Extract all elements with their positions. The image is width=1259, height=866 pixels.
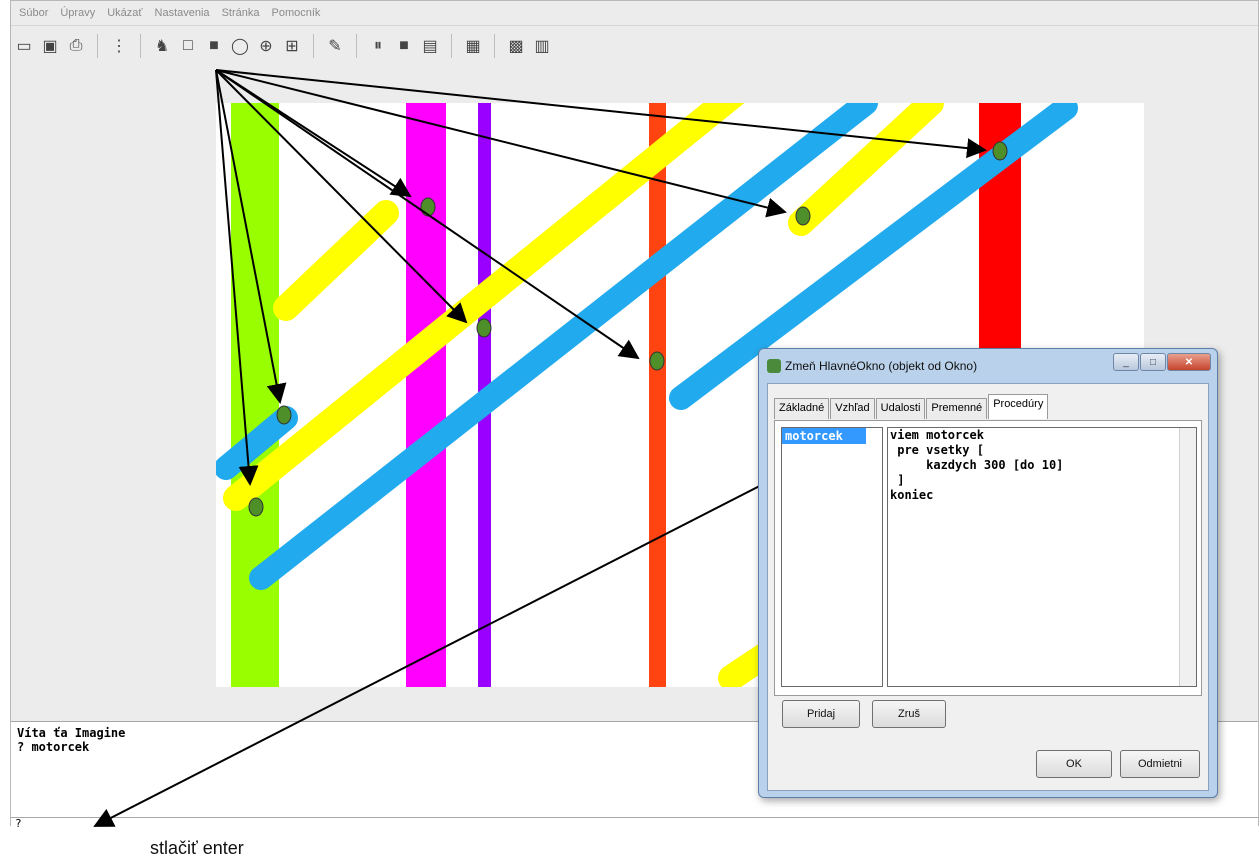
layout2-icon[interactable]: ▥ [531, 35, 553, 57]
orange-stripe [649, 103, 666, 687]
toolbar-divider [140, 34, 141, 58]
toolbar: ▭ ▣ ⎙ ⋮ ♞ □ ■ ◯ ⊕ ⊞ ✎ ⏸ ■ ▤ ▦ ▩ ▥ [11, 25, 1258, 67]
command-line[interactable]: ? [11, 817, 1258, 830]
stop-icon[interactable]: ■ [393, 35, 415, 57]
tab-procedures[interactable]: Procedúry [988, 394, 1049, 419]
dialog-title: Zmeň HlavnéOkno (objekt od Okno) [767, 359, 977, 373]
tab-appearance[interactable]: Vzhľad [830, 398, 875, 419]
dialog-body: Základné Vzhľad Udalosti Premenné Proced… [767, 383, 1209, 791]
code-line: koniec [890, 488, 934, 502]
circle-icon[interactable]: ◯ [229, 35, 251, 57]
yellow-track-1 [273, 200, 399, 321]
annotation-caption: stlačiť enter [150, 838, 244, 858]
cancel-button[interactable]: Odmietni [1120, 750, 1200, 778]
turtle-icon[interactable] [992, 141, 1008, 161]
procedure-item[interactable]: motorcek [782, 428, 866, 444]
turtle-icon[interactable] [420, 197, 436, 217]
rectangle-icon[interactable]: □ [177, 35, 199, 57]
turtle-icon[interactable] [248, 497, 264, 517]
tree-icon[interactable]: ⋮ [108, 35, 130, 57]
turtle-icon[interactable] [649, 351, 665, 371]
toolbar-divider [356, 34, 357, 58]
tab-events[interactable]: Udalosti [875, 398, 926, 419]
toolbar-divider [494, 34, 495, 58]
console-line: Víta ťa Imagine [17, 726, 126, 740]
maximize-icon[interactable]: □ [1140, 353, 1166, 371]
dialog-title-text: Zmeň HlavnéOkno (objekt od Okno) [785, 359, 978, 373]
procedures-panel: motorcek viem motorcek pre vsetky [ kazd… [774, 420, 1202, 696]
menu-edit[interactable]: Úpravy [60, 7, 95, 19]
ok-button[interactable]: OK [1036, 750, 1112, 778]
code-line: ] [890, 473, 905, 487]
turtle-icon[interactable]: ♞ [151, 35, 173, 57]
step-icon[interactable]: ▤ [419, 35, 441, 57]
change-window-dialog: Zmeň HlavnéOkno (objekt od Okno) _ □ ✕ Z… [758, 348, 1218, 798]
yellow-track-3 [788, 103, 944, 236]
menu-bar: Súbor Úpravy Ukázať Nastavenia Stránka P… [11, 1, 1258, 25]
pause-icon[interactable]: ⏸ [367, 35, 389, 57]
target-icon[interactable]: ⊕ [255, 35, 277, 57]
window-controls: _ □ ✕ [1112, 353, 1211, 371]
minimize-icon[interactable]: _ [1113, 353, 1139, 371]
layout-icon[interactable]: ▩ [505, 35, 527, 57]
print-icon[interactable]: ⎙ [65, 35, 87, 57]
dialog-tabs: Základné Vzhľad Udalosti Premenné Proced… [774, 394, 1049, 419]
menu-page[interactable]: Stránka [222, 7, 260, 19]
tab-basic[interactable]: Základné [774, 398, 830, 419]
toolbar-divider [313, 34, 314, 58]
turtle-settings-icon[interactable]: ✎ [324, 35, 346, 57]
menu-file[interactable]: Súbor [19, 7, 48, 19]
open-folder-icon[interactable]: ▭ [13, 35, 35, 57]
code-line: viem motorcek [890, 428, 984, 442]
turtle-icon[interactable] [276, 405, 292, 425]
turtle-icon[interactable] [476, 318, 492, 338]
turtle-icon[interactable] [795, 206, 811, 226]
add-button[interactable]: Pridaj [782, 700, 860, 728]
procedure-code-editor[interactable]: viem motorcek pre vsetky [ kazdych 300 [… [887, 427, 1197, 687]
window-icon[interactable]: ▦ [462, 35, 484, 57]
menu-settings[interactable]: Nastavenia [155, 7, 210, 19]
toolbar-divider [451, 34, 452, 58]
green-stripe [231, 103, 279, 687]
command-prompt: ? [15, 817, 22, 830]
menu-view[interactable]: Ukázať [107, 7, 142, 19]
remove-button[interactable]: Zruš [872, 700, 946, 728]
console-line: ? motorcek [17, 740, 90, 754]
code-scrollbar[interactable] [1179, 428, 1196, 686]
tab-variables[interactable]: Premenné [926, 398, 988, 419]
save-icon[interactable]: ▣ [39, 35, 61, 57]
procedure-list[interactable]: motorcek [781, 427, 883, 687]
slider-icon[interactable]: ⊞ [281, 35, 303, 57]
close-icon[interactable]: ✕ [1167, 353, 1211, 371]
filled-rectangle-icon[interactable]: ■ [203, 35, 225, 57]
toolbar-divider [97, 34, 98, 58]
menu-help[interactable]: Pomocník [271, 7, 320, 19]
code-line: pre vsetky [ [890, 443, 984, 457]
code-line: kazdych 300 [do 10] [890, 458, 1064, 472]
turtle-icon [767, 359, 781, 373]
magenta-stripe [406, 103, 446, 687]
